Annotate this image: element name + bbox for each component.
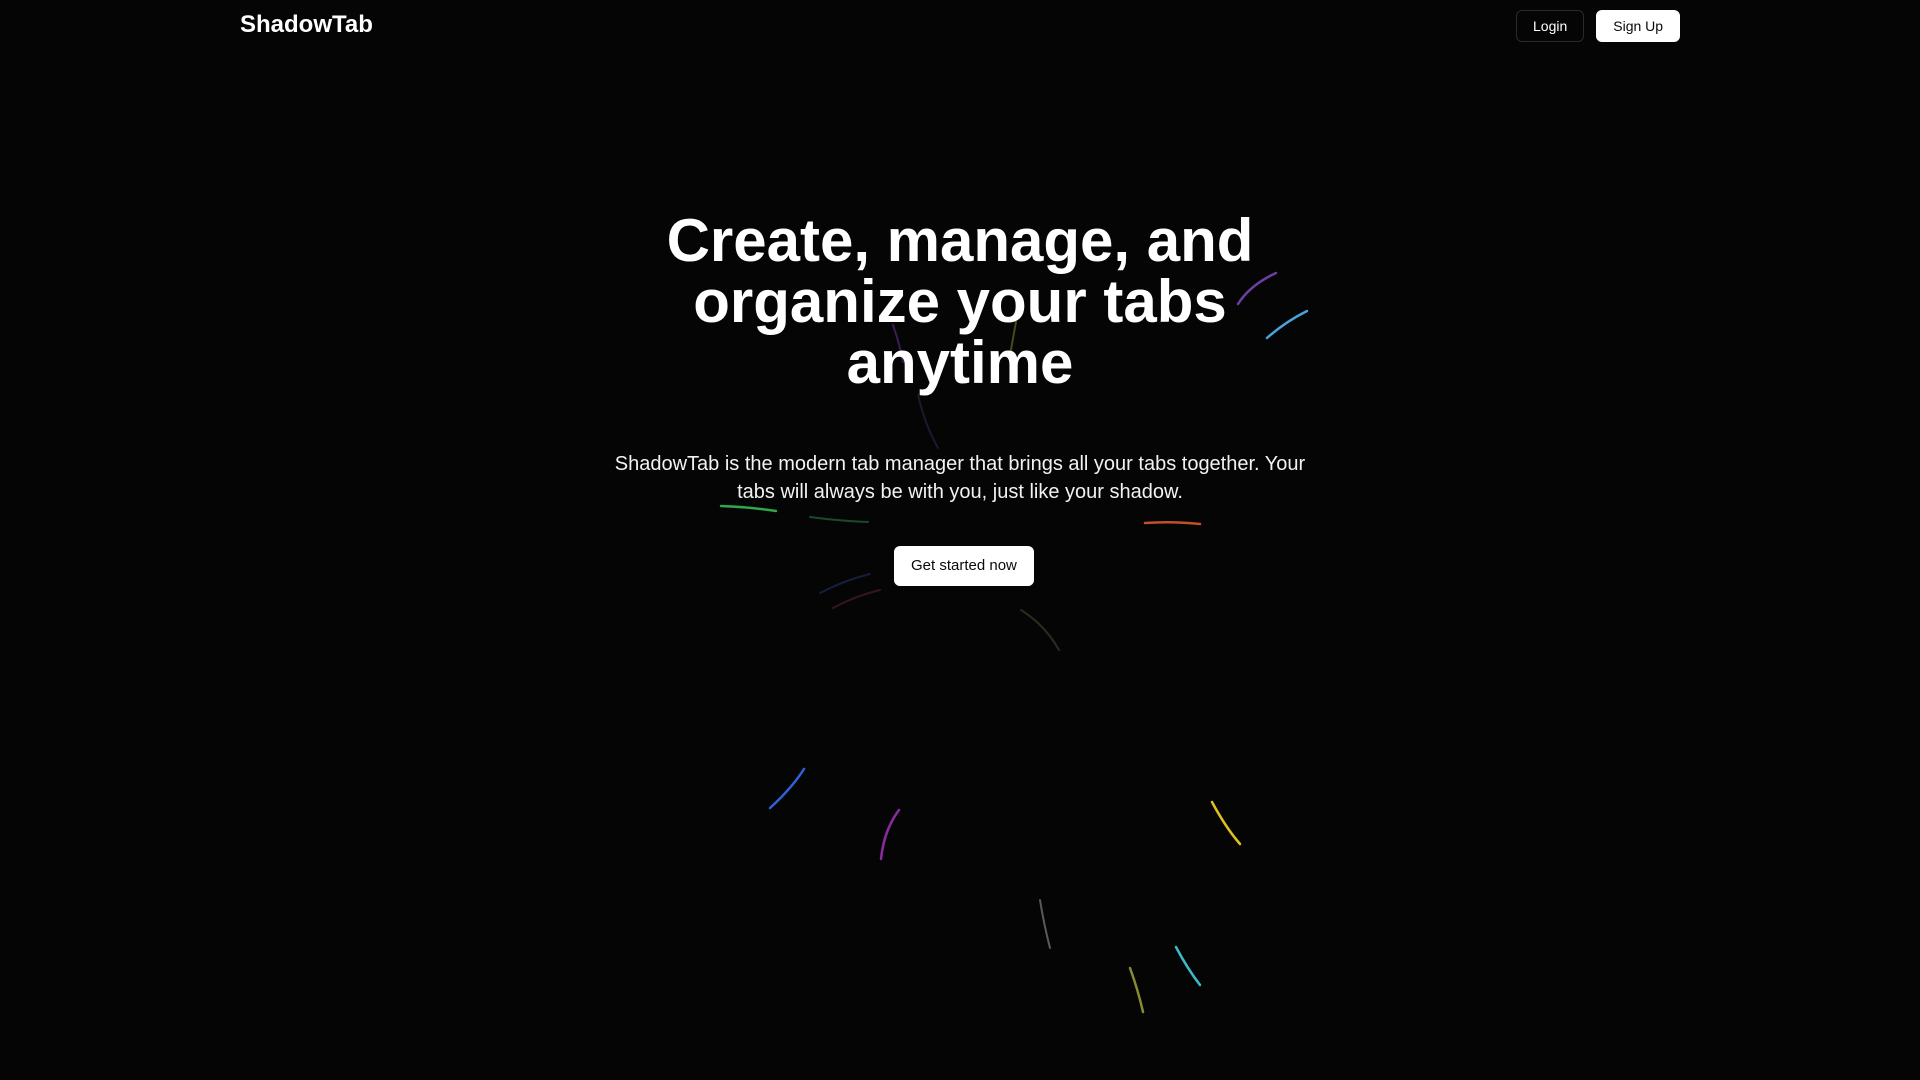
light-streak <box>1128 966 1145 1014</box>
light-streak <box>719 504 778 513</box>
light-streak <box>768 767 806 810</box>
light-streak <box>1020 609 1060 651</box>
hero-subtitle: ShadowTab is the modern tab manager that… <box>614 453 1306 503</box>
top-navbar: ShadowTab Login Sign Up <box>0 0 1920 52</box>
light-streak <box>1210 800 1242 846</box>
light-streak <box>832 589 881 609</box>
nav-actions: Login Sign Up <box>1516 10 1681 42</box>
hero-title: Create, manage, and organize your tabs a… <box>666 207 1254 396</box>
light-streak <box>1039 899 1051 949</box>
get-started-button[interactable]: Get started now <box>894 546 1034 586</box>
light-streak <box>917 394 939 449</box>
light-streak <box>879 808 901 861</box>
light-streak <box>1174 945 1202 987</box>
light-streak <box>819 573 871 594</box>
light-streak <box>809 516 869 523</box>
background-light-streaks <box>719 271 1309 1014</box>
brand-logo-text[interactable]: ShadowTab <box>240 11 373 39</box>
login-button[interactable]: Login <box>1516 10 1585 42</box>
light-streak <box>1143 520 1202 526</box>
landing-page: ShadowTab Login Sign Up Create, manage, … <box>0 0 1920 1080</box>
sign-up-button[interactable]: Sign Up <box>1596 10 1681 42</box>
